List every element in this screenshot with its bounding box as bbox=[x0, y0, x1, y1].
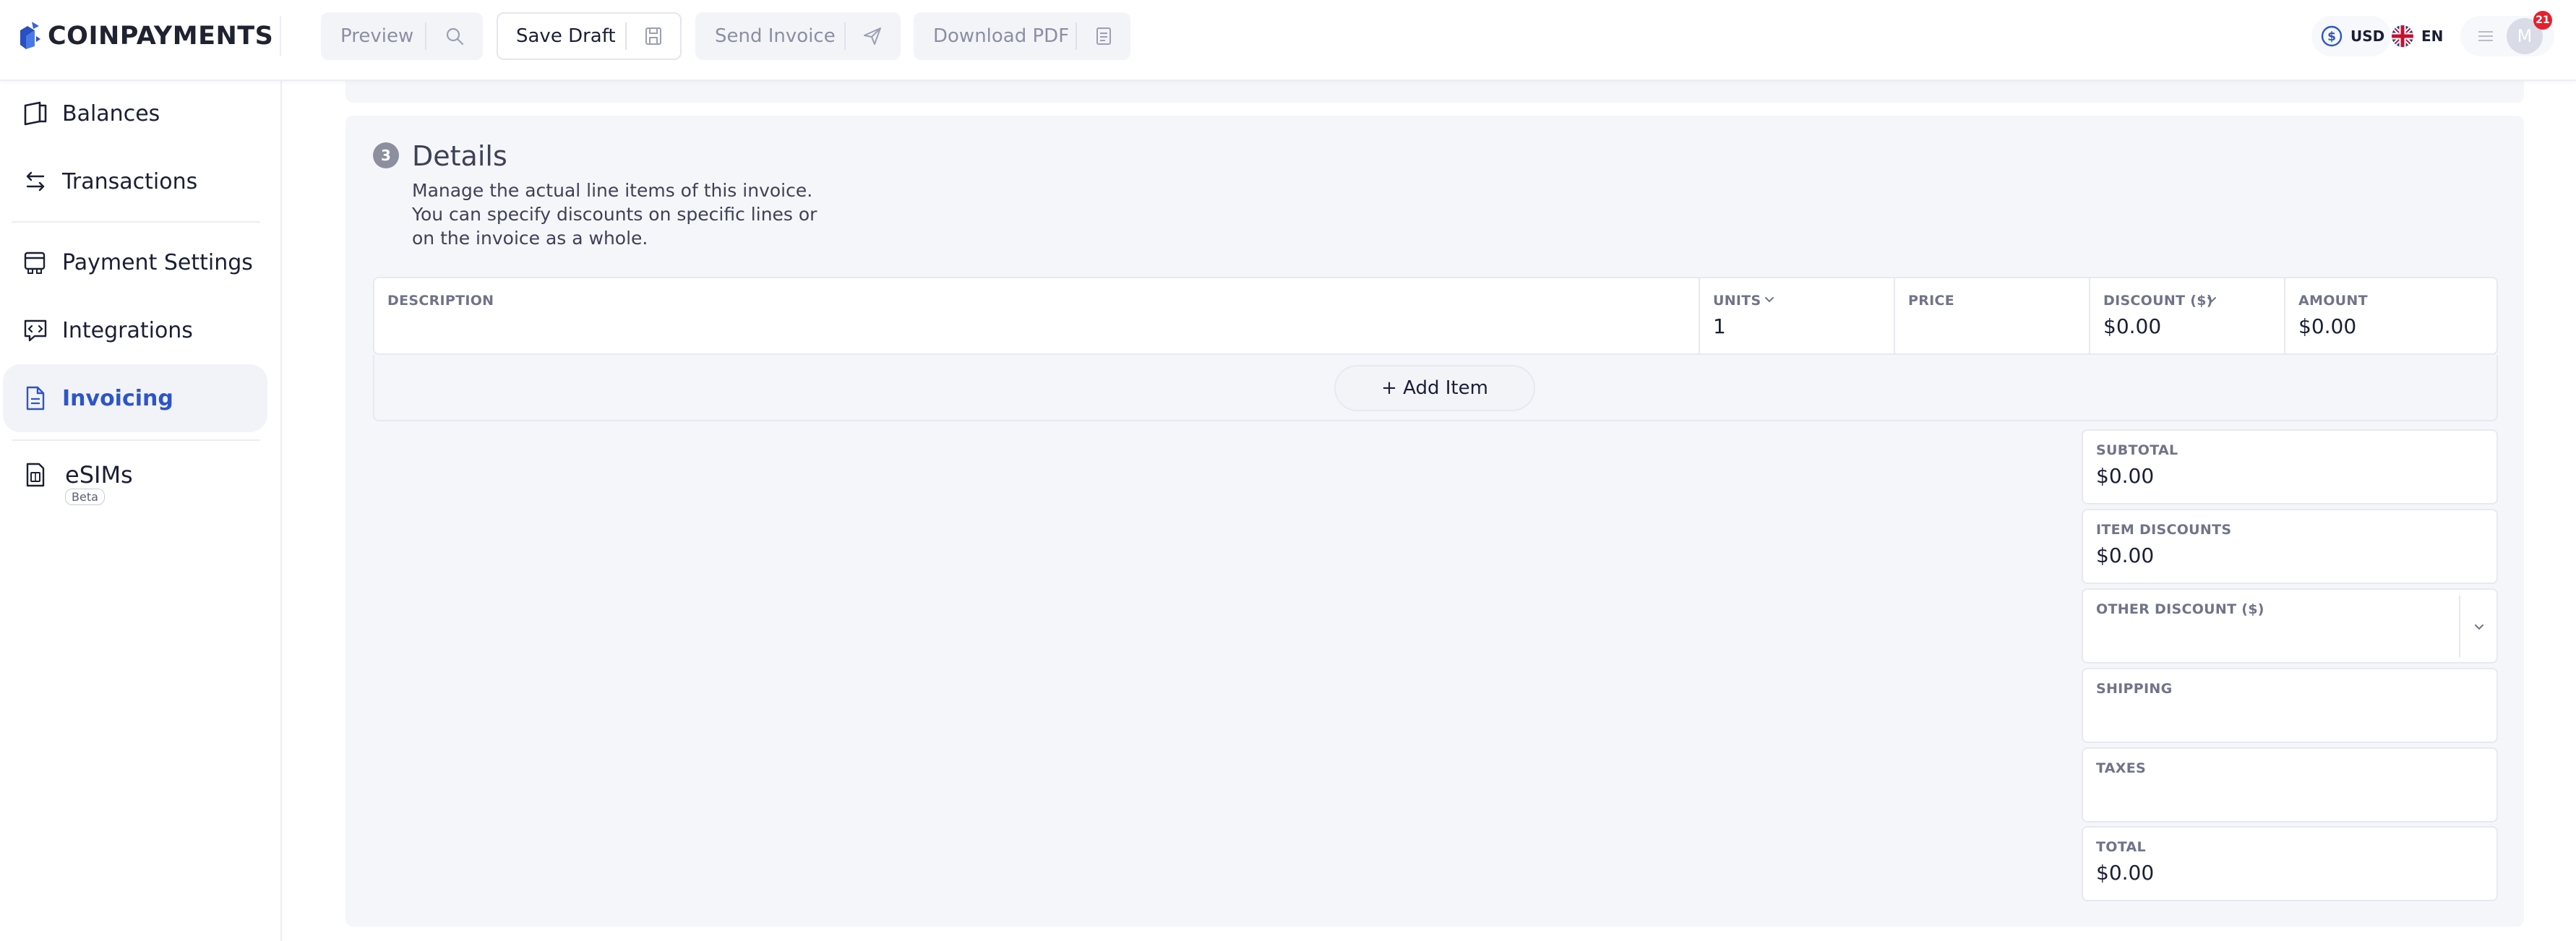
sidebar-divider bbox=[12, 439, 260, 441]
sidebar-item-invoicing[interactable]: Invoicing bbox=[3, 364, 267, 432]
item-discounts-value: $0.00 bbox=[2096, 543, 2155, 567]
download-pdf-label: Download PDF bbox=[933, 25, 1070, 47]
search-icon bbox=[446, 27, 464, 46]
step-number-badge: 3 bbox=[373, 142, 399, 168]
discount-cell[interactable]: DISCOUNT ($) $0.00 bbox=[2089, 278, 2284, 353]
chevron-down-icon[interactable] bbox=[1764, 294, 1775, 306]
field-divider bbox=[2459, 596, 2460, 658]
shipping-label: SHIPPING bbox=[2096, 681, 2173, 697]
send-icon bbox=[864, 27, 881, 45]
item-discounts-label: ITEM DISCOUNTS bbox=[2096, 522, 2232, 538]
subtotal-value: $0.00 bbox=[2096, 464, 2155, 488]
sidebar-item-esims[interactable]: eSIMs Beta bbox=[3, 444, 267, 516]
sidebar-divider bbox=[12, 221, 260, 223]
taxes-field[interactable]: TAXES bbox=[2082, 747, 2498, 822]
svg-text:$: $ bbox=[2327, 30, 2336, 44]
subtotal-label: SUBTOTAL bbox=[2096, 442, 2178, 458]
chevron-down-icon[interactable] bbox=[2472, 620, 2486, 635]
sidebar-item-label: Invoicing bbox=[62, 385, 173, 411]
column-header: PRICE bbox=[1908, 293, 1955, 309]
units-cell[interactable]: UNITS 1 bbox=[1699, 278, 1894, 353]
shipping-field[interactable]: SHIPPING bbox=[2082, 668, 2498, 743]
section-title: Details bbox=[412, 140, 507, 172]
header-divider bbox=[280, 16, 281, 56]
send-invoice-label: Send Invoice bbox=[715, 25, 836, 47]
uk-flag-icon bbox=[2392, 25, 2413, 47]
sidebar-item-label: Payment Settings bbox=[62, 249, 253, 275]
hamburger-menu-icon bbox=[2478, 31, 2493, 41]
top-bar: COINPAYMENTS Preview Save Draft Send Inv… bbox=[0, 0, 2576, 81]
amount-value: $0.00 bbox=[2298, 314, 2357, 338]
button-divider bbox=[625, 22, 627, 50]
column-header: DESCRIPTION bbox=[387, 293, 494, 309]
previous-section bbox=[345, 81, 2524, 103]
other-discount-label: OTHER DISCOUNT ($) bbox=[2096, 601, 2264, 617]
pdf-document-icon bbox=[1096, 27, 1111, 45]
total-value: $0.00 bbox=[2096, 861, 2155, 885]
price-cell[interactable]: PRICE bbox=[1894, 278, 2089, 353]
sidebar-item-label: Transactions bbox=[62, 168, 198, 194]
brand-name: COINPAYMENTS bbox=[48, 22, 274, 51]
subtotal-field: SUBTOTAL $0.00 bbox=[2082, 429, 2498, 504]
section-description: Manage the actual line items of this inv… bbox=[412, 180, 817, 249]
send-invoice-button[interactable]: Send Invoice bbox=[695, 12, 901, 60]
total-label: TOTAL bbox=[2096, 839, 2146, 855]
sidebar-item-label: Balances bbox=[62, 100, 160, 126]
beta-badge: Beta bbox=[65, 489, 105, 505]
notification-badge[interactable]: 21 bbox=[2533, 11, 2552, 30]
column-header: DISCOUNT ($) bbox=[2103, 293, 2213, 309]
currency-label: USD bbox=[2350, 27, 2385, 45]
coinpayments-logo[interactable]: COINPAYMENTS bbox=[17, 19, 273, 53]
language-selector[interactable]: EN bbox=[2387, 16, 2452, 56]
sidebar-item-label: Integrations bbox=[62, 317, 193, 343]
language-label: EN bbox=[2421, 27, 2444, 45]
preview-button[interactable]: Preview bbox=[321, 12, 483, 60]
other-discount-field[interactable]: OTHER DISCOUNT ($) bbox=[2082, 588, 2498, 663]
button-divider bbox=[844, 22, 846, 50]
wallet-icon bbox=[24, 101, 47, 126]
discount-input[interactable]: $0.00 bbox=[2103, 314, 2161, 338]
save-draft-label: Save Draft bbox=[516, 25, 616, 47]
add-item-button[interactable]: + Add Item bbox=[1334, 365, 1535, 411]
download-pdf-button[interactable]: Download PDF bbox=[914, 12, 1130, 60]
button-divider bbox=[425, 22, 426, 50]
sidebar-item-integrations[interactable]: Integrations bbox=[3, 296, 267, 364]
line-items-table: DESCRIPTION UNITS 1 PRICE DISCOUNT ($) $… bbox=[373, 277, 2498, 355]
esim-icon bbox=[26, 463, 45, 487]
dollar-icon: $ bbox=[2321, 25, 2343, 47]
chevron-down-icon[interactable] bbox=[2206, 294, 2217, 306]
transfer-arrows-icon bbox=[26, 171, 45, 192]
currency-selector[interactable]: $ USD bbox=[2311, 16, 2391, 56]
preview-label: Preview bbox=[340, 25, 414, 47]
total-field: TOTAL $0.00 bbox=[2082, 826, 2498, 901]
units-input[interactable]: 1 bbox=[1713, 314, 1726, 338]
sidebar-item-label: eSIMs bbox=[65, 461, 133, 489]
column-header: AMOUNT bbox=[2298, 293, 2368, 309]
amount-cell: AMOUNT $0.00 bbox=[2284, 278, 2496, 353]
sidebar-item-balances[interactable]: Balances bbox=[3, 80, 267, 147]
save-icon bbox=[645, 27, 661, 45]
item-discounts-field: ITEM DISCOUNTS $0.00 bbox=[2082, 509, 2498, 584]
column-header: UNITS bbox=[1713, 293, 1761, 309]
document-icon bbox=[26, 386, 45, 411]
coinpayments-logo-icon bbox=[20, 22, 40, 49]
payment-settings-icon bbox=[24, 252, 46, 274]
taxes-label: TAXES bbox=[2096, 760, 2147, 776]
button-divider bbox=[1076, 22, 1077, 50]
sidebar-item-payment-settings[interactable]: Payment Settings bbox=[3, 228, 267, 296]
description-cell[interactable]: DESCRIPTION bbox=[374, 278, 1699, 353]
integrations-icon bbox=[24, 319, 47, 342]
save-draft-button[interactable]: Save Draft bbox=[497, 12, 682, 60]
sidebar-item-transactions[interactable]: Transactions bbox=[3, 147, 267, 215]
